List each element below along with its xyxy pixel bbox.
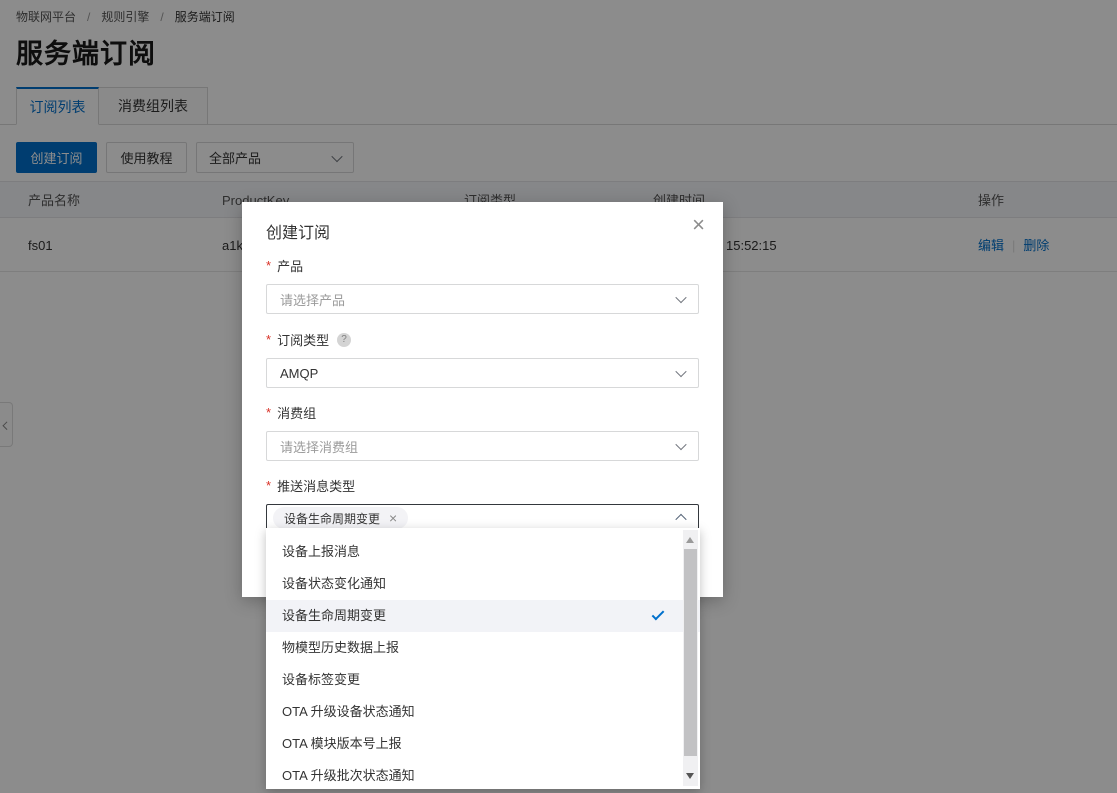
- required-mark: *: [266, 405, 271, 420]
- dialog-title: 创建订阅: [266, 219, 330, 243]
- product-select-placeholder: 请选择产品: [280, 290, 345, 309]
- subscription-type-value: AMQP: [280, 366, 318, 381]
- option-ota-module-version[interactable]: OTA 模块版本号上报: [266, 728, 700, 760]
- scrollbar-thumb[interactable]: [684, 549, 697, 756]
- consumer-group-select[interactable]: 请选择消费组: [266, 431, 699, 461]
- subscription-type-field: * 订阅类型 ? AMQP: [266, 330, 699, 388]
- chevron-down-icon: [675, 292, 686, 303]
- product-label: * 产品: [266, 256, 699, 275]
- option-tsl-history-data[interactable]: 物模型历史数据上报: [266, 632, 700, 664]
- message-type-field: * 推送消息类型 设备生命周期变更 ×: [266, 476, 699, 532]
- selected-tag-label: 设备生命周期变更: [284, 510, 380, 527]
- option-device-lifecycle-change[interactable]: 设备生命周期变更: [266, 600, 700, 632]
- product-select[interactable]: 请选择产品: [266, 284, 699, 314]
- required-mark: *: [266, 332, 271, 347]
- scroll-down-icon[interactable]: [686, 773, 694, 779]
- message-type-label: * 推送消息类型: [266, 476, 699, 495]
- selected-tag: 设备生命周期变更 ×: [273, 507, 408, 529]
- scroll-up-icon[interactable]: [686, 537, 694, 543]
- chevron-down-icon: [675, 439, 686, 450]
- subscription-type-select[interactable]: AMQP: [266, 358, 699, 388]
- chevron-down-icon: [675, 366, 686, 377]
- option-ota-upgrade-device-status[interactable]: OTA 升级设备状态通知: [266, 696, 700, 728]
- dropdown-scrollbar[interactable]: [683, 530, 698, 786]
- option-device-upstream-message[interactable]: 设备上报消息: [266, 536, 700, 568]
- tag-remove-icon[interactable]: ×: [389, 511, 397, 525]
- subscription-type-label: * 订阅类型 ?: [266, 330, 699, 349]
- required-mark: *: [266, 258, 271, 273]
- consumer-group-placeholder: 请选择消费组: [280, 437, 358, 456]
- option-device-tag-change[interactable]: 设备标签变更: [266, 664, 700, 696]
- help-icon[interactable]: ?: [337, 333, 351, 347]
- option-ota-batch-status[interactable]: OTA 升级批次状态通知: [266, 760, 700, 789]
- consumer-group-label: * 消费组: [266, 403, 699, 422]
- message-type-dropdown: 设备上报消息 设备状态变化通知 设备生命周期变更 物模型历史数据上报 设备标签变…: [266, 528, 700, 789]
- option-device-status-change[interactable]: 设备状态变化通知: [266, 568, 700, 600]
- consumer-group-field: * 消费组 请选择消费组: [266, 403, 699, 461]
- product-field: * 产品 请选择产品: [266, 256, 699, 314]
- chevron-up-icon: [675, 514, 686, 525]
- iot-console-page: 物联网平台 / 规则引擎 / 服务端订阅 服务端订阅 订阅列表 消费组列表 创建…: [0, 0, 1117, 793]
- close-icon[interactable]: ×: [692, 214, 705, 236]
- required-mark: *: [266, 478, 271, 493]
- check-icon: [652, 608, 665, 621]
